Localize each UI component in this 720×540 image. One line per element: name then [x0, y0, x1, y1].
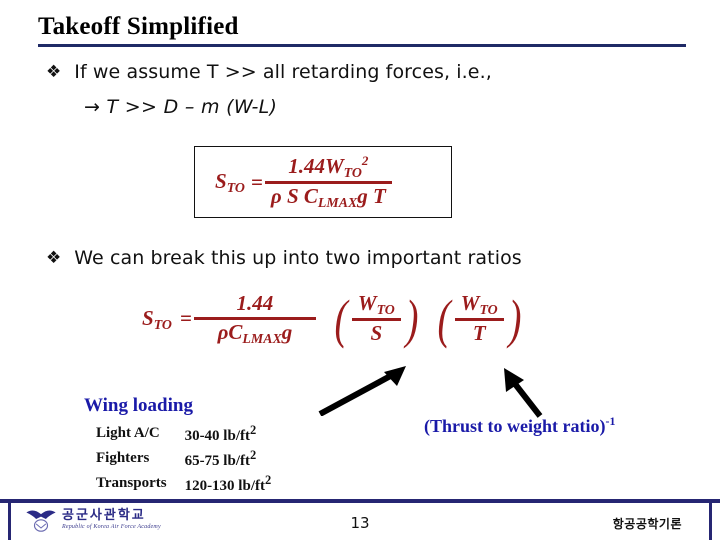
formula2-fraction: 1.44 ρCLMAXg — [193, 291, 316, 346]
wing-loading-category: Transports — [96, 475, 167, 491]
wing-loading-heading: Wing loading — [84, 395, 193, 416]
ratio1-numerator: WTO — [357, 291, 395, 317]
formula1-numerator: 1.44WTO2 — [288, 152, 369, 180]
bullet-subline-assumption: → T >> D – m (W-L) — [84, 96, 278, 118]
formula2-fraction-bar — [193, 316, 316, 320]
formula-takeoff-distance-ratios: STO = 1.44 ρCLMAXg ( WTO S ) ( WTO T ) — [142, 288, 524, 349]
left-paren-icon: ( — [437, 288, 451, 349]
page-title-block: Takeoff Simplified — [38, 12, 686, 42]
right-paren-icon: ) — [508, 288, 522, 349]
page-title: Takeoff Simplified — [38, 13, 239, 40]
wing-loading-value: 120-130 lb/ft2 — [184, 473, 272, 494]
slide-canvas: Takeoff Simplified ❖ If we assume T >> a… — [0, 0, 720, 540]
table-row: Transports 120-130 lb/ft2 — [96, 472, 271, 497]
table-row: Fighters 65-75 lb/ft2 — [96, 447, 271, 472]
wing-loading-table: Light A/C 30-40 lb/ft2 Fighters 65-75 lb… — [96, 422, 271, 497]
formula2-numerator: 1.44 — [236, 291, 274, 315]
formula1-denominator: ρ S CLMAXg T — [270, 184, 386, 210]
footer-course-title: 항공공학기론 — [612, 517, 682, 531]
bullet-item-1: ❖ If we assume T >> all retarding forces… — [46, 60, 492, 84]
arrow-to-thrust-weight-icon — [504, 368, 543, 418]
wing-loading-block: Wing loading Light A/C 30-40 lb/ft2 Figh… — [84, 394, 271, 497]
table-row: Light A/C 30-40 lb/ft2 — [96, 422, 271, 447]
thrust-to-weight-exponent: -1 — [605, 414, 616, 428]
bullet-text-2: We can break this up into two important … — [74, 247, 522, 269]
ratio-thrust-to-weight: ( WTO T ) — [435, 288, 524, 349]
formula1-lhs: STO — [215, 168, 245, 195]
diamond-bullet-icon: ❖ — [46, 248, 62, 268]
wing-loading-value: 30-40 lb/ft2 — [184, 423, 257, 444]
diamond-bullet-icon: ❖ — [46, 62, 62, 82]
ratio2-fraction: WTO T — [454, 291, 504, 346]
formula-box-takeoff-distance: STO = 1.44WTO2 ρ S CLMAXg T — [194, 146, 452, 218]
formula2-denominator: ρCLMAXg — [217, 319, 293, 346]
right-paren-icon: ) — [405, 288, 419, 349]
wing-loading-category: Light A/C — [96, 425, 160, 441]
ratio2-numerator: WTO — [460, 291, 498, 317]
title-divider — [38, 44, 686, 47]
formula1-fraction: 1.44WTO2 ρ S CLMAXg T — [264, 152, 392, 211]
formula-takeoff-distance: STO = 1.44WTO2 ρ S CLMAXg T — [215, 152, 394, 211]
thrust-to-weight-caption: (Thrust to weight ratio)-1 — [424, 414, 615, 437]
wing-loading-category: Fighters — [96, 450, 150, 466]
left-paren-icon: ( — [334, 288, 348, 349]
ratio2-denominator: T — [472, 321, 486, 346]
ratio-wing-loading: ( WTO S ) — [332, 288, 421, 349]
ratio1-denominator: S — [370, 321, 383, 346]
bullet-item-2: ❖ We can break this up into two importan… — [46, 246, 522, 270]
ratio1-fraction: WTO S — [351, 291, 401, 346]
wing-loading-value: 65-75 lb/ft2 — [184, 448, 257, 469]
formula1-equals: = — [250, 169, 263, 194]
arrow-to-wing-loading-icon — [318, 366, 406, 416]
bullet-text-1: If we assume T >> all retarding forces, … — [74, 61, 492, 83]
thrust-to-weight-label: (Thrust to weight ratio) — [424, 416, 606, 437]
formula2-lhs: STO — [142, 305, 172, 332]
formula2-equals: = — [179, 306, 192, 331]
